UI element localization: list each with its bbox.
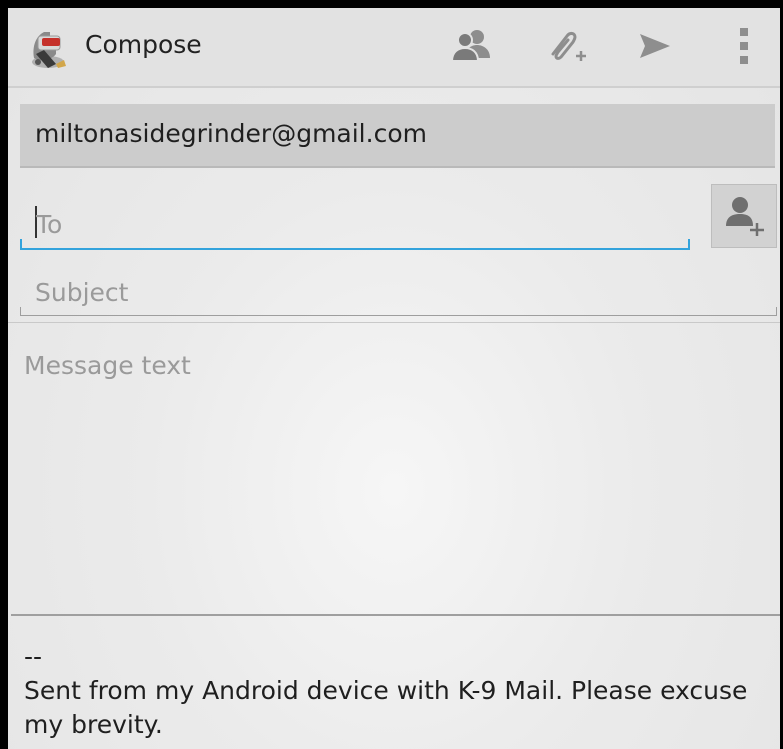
attach-button[interactable] <box>541 24 589 72</box>
action-bar: Compose <box>8 8 780 88</box>
signature-block[interactable]: -- Sent from my Android device with K-9 … <box>24 640 764 742</box>
message-placeholder: Message text <box>24 351 191 380</box>
to-placeholder: To <box>36 210 63 239</box>
contacts-button[interactable] <box>448 24 496 72</box>
message-body-field[interactable]: Message text <box>8 323 780 615</box>
add-contact-icon <box>722 192 766 240</box>
k9-mail-dog-icon[interactable] <box>26 24 74 72</box>
compose-screen: Compose miltonasidegrinder@gmail.com To … <box>8 8 780 749</box>
overflow-menu-button[interactable] <box>720 24 768 72</box>
attach-icon <box>543 26 587 70</box>
send-button[interactable] <box>631 24 679 72</box>
from-account-selector[interactable]: miltonasidegrinder@gmail.com <box>20 104 775 168</box>
page-title: Compose <box>85 30 202 59</box>
from-account-label: miltonasidegrinder@gmail.com <box>35 119 427 148</box>
signature-text: Sent from my Android device with K-9 Mai… <box>24 676 748 739</box>
signature-divider <box>11 614 780 616</box>
signature-separator: -- <box>24 642 43 671</box>
to-field[interactable]: To <box>20 198 690 250</box>
subject-field[interactable]: Subject <box>20 270 777 316</box>
add-recipient-button[interactable] <box>711 184 777 248</box>
subject-placeholder: Subject <box>35 278 129 307</box>
device-frame: Compose miltonasidegrinder@gmail.com To … <box>0 0 783 749</box>
contacts-icon <box>450 28 494 68</box>
send-icon <box>637 31 673 65</box>
overflow-menu-icon <box>737 26 751 70</box>
